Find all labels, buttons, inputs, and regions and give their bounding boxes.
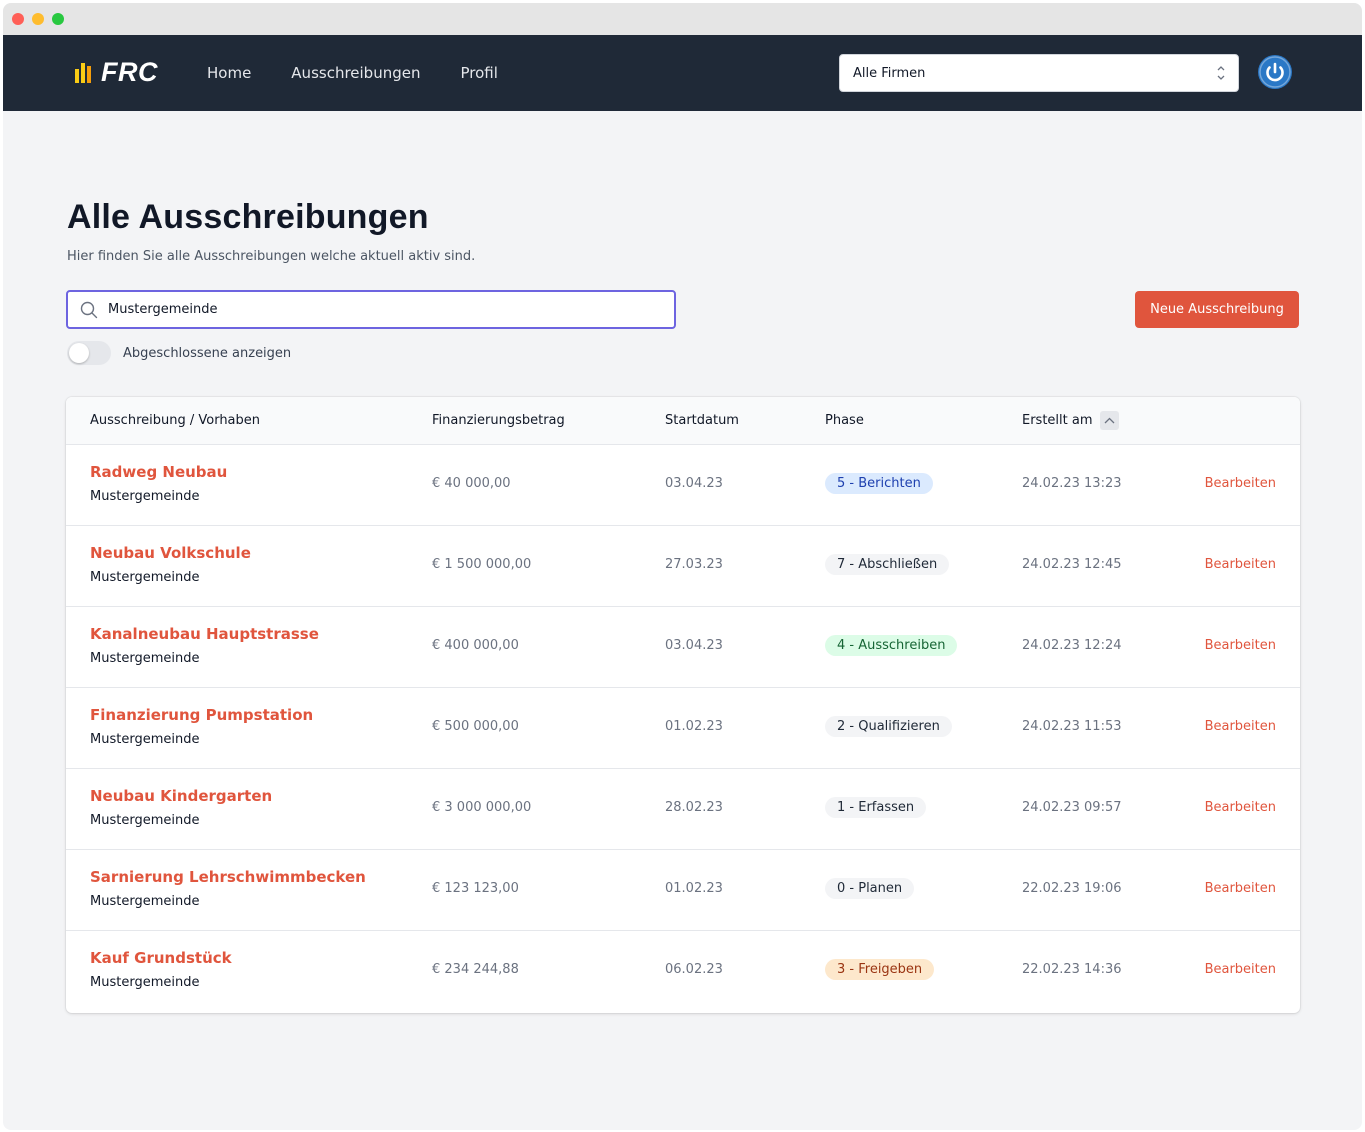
- tender-name-link[interactable]: Sarnierung Lehrschwimmbecken: [90, 868, 366, 886]
- table-body: Radweg Neubau Mustergemeinde € 40 000,00 03…: [66, 445, 1300, 1012]
- table-row[interactable]: Kauf Grundstück Mustergemeinde € 234 244,8…: [66, 931, 1300, 1012]
- tender-organization: Mustergemeinde: [90, 489, 200, 504]
- logo-text: FRC: [101, 57, 158, 87]
- edit-link[interactable]: Bearbeiten: [1205, 638, 1276, 653]
- created-date: 22.02.23 14:36: [1022, 962, 1122, 977]
- table-row[interactable]: Kanalneubau Hauptstrasse Mustergemeinde € …: [66, 607, 1300, 688]
- window-titlebar: [3, 3, 1362, 35]
- tender-name-link[interactable]: Kanalneubau Hauptstrasse: [90, 625, 319, 643]
- created-date: 24.02.23 12:45: [1022, 557, 1122, 572]
- edit-link[interactable]: Bearbeiten: [1205, 881, 1276, 896]
- search-icon: [80, 301, 98, 319]
- tender-name-link[interactable]: Kauf Grundstück: [90, 949, 232, 967]
- tender-organization: Mustergemeinde: [90, 651, 200, 666]
- created-date: 24.02.23 09:57: [1022, 800, 1122, 815]
- funding-amount: € 1 500 000,00: [432, 557, 532, 572]
- edit-link[interactable]: Bearbeiten: [1205, 476, 1276, 491]
- start-date: 01.02.23: [665, 719, 723, 734]
- funding-amount: € 40 000,00: [432, 476, 511, 491]
- close-window-icon[interactable]: [12, 13, 24, 25]
- header-ausschreibung[interactable]: Ausschreibung / Vorhaben: [90, 413, 260, 428]
- header-startdatum[interactable]: Startdatum: [665, 413, 739, 428]
- select-chevron-icon: [1217, 66, 1225, 80]
- phase-badge: 3 - Freigeben: [825, 959, 935, 980]
- top-navbar: FRC Home Ausschreibungen Profil Alle Fir…: [3, 35, 1362, 111]
- edit-link[interactable]: Bearbeiten: [1205, 719, 1276, 734]
- search-box[interactable]: [66, 290, 676, 329]
- funding-amount: € 123 123,00: [432, 881, 519, 896]
- created-date: 24.02.23 11:53: [1022, 719, 1122, 734]
- new-tender-button[interactable]: Neue Ausschreibung: [1135, 291, 1299, 328]
- power-icon: [1259, 56, 1291, 88]
- phase-badge: 1 - Erfassen: [825, 797, 927, 818]
- edit-link[interactable]: Bearbeiten: [1205, 962, 1276, 977]
- header-erstellt-am[interactable]: Erstellt am: [1022, 413, 1093, 428]
- phase-badge: 2 - Qualifizieren: [825, 716, 952, 737]
- tender-organization: Mustergemeinde: [90, 813, 200, 828]
- tender-organization: Mustergemeinde: [90, 894, 200, 909]
- show-closed-toggle[interactable]: [67, 341, 111, 365]
- nav-link-profil[interactable]: Profil: [460, 64, 497, 82]
- phase-badge: 5 - Berichten: [825, 473, 933, 494]
- tender-organization: Mustergemeinde: [90, 570, 200, 585]
- minimize-window-icon[interactable]: [32, 13, 44, 25]
- header-phase[interactable]: Phase: [825, 413, 864, 428]
- tender-name-link[interactable]: Finanzierung Pumpstation: [90, 706, 313, 724]
- company-select-value: Alle Firmen: [853, 65, 926, 81]
- tenders-table: Ausschreibung / Vorhaben Finanzierungsbe…: [66, 397, 1300, 1013]
- phase-badge: 0 - Planen: [825, 878, 915, 899]
- header-finanzierungsbetrag[interactable]: Finanzierungsbetrag: [432, 413, 565, 428]
- tender-name-link[interactable]: Neubau Kindergarten: [90, 787, 272, 805]
- table-row[interactable]: Neubau Kindergarten Mustergemeinde € 3 000…: [66, 769, 1300, 850]
- tender-organization: Mustergemeinde: [90, 975, 200, 990]
- logo-bars-icon: [75, 61, 95, 85]
- start-date: 03.04.23: [665, 476, 723, 491]
- start-date: 03.04.23: [665, 638, 723, 653]
- start-date: 06.02.23: [665, 962, 723, 977]
- page-title: Alle Ausschreibungen: [67, 198, 429, 236]
- edit-link[interactable]: Bearbeiten: [1205, 557, 1276, 572]
- phase-badge: 4 - Ausschreiben: [825, 635, 958, 656]
- search-input[interactable]: [108, 302, 648, 317]
- created-date: 24.02.23 13:23: [1022, 476, 1122, 491]
- created-date: 24.02.23 12:24: [1022, 638, 1122, 653]
- start-date: 01.02.23: [665, 881, 723, 896]
- funding-amount: € 3 000 000,00: [432, 800, 532, 815]
- logout-button[interactable]: [1258, 55, 1292, 89]
- toggle-knob: [69, 343, 89, 363]
- funding-amount: € 234 244,88: [432, 962, 519, 977]
- main-nav: Home Ausschreibungen Profil: [207, 35, 498, 111]
- funding-amount: € 400 000,00: [432, 638, 519, 653]
- table-row[interactable]: Radweg Neubau Mustergemeinde € 40 000,00 03…: [66, 445, 1300, 526]
- table-row[interactable]: Neubau Volkschule Mustergemeinde € 1 500 0…: [66, 526, 1300, 607]
- start-date: 28.02.23: [665, 800, 723, 815]
- show-closed-label: Abgeschlossene anzeigen: [123, 346, 292, 361]
- table-header: Ausschreibung / Vorhaben Finanzierungsbe…: [66, 397, 1300, 445]
- maximize-window-icon[interactable]: [52, 13, 64, 25]
- tender-name-link[interactable]: Radweg Neubau: [90, 463, 227, 481]
- table-row[interactable]: Sarnierung Lehrschwimmbecken Mustergemein…: [66, 850, 1300, 931]
- nav-link-home[interactable]: Home: [207, 64, 251, 82]
- browser-window: FRC Home Ausschreibungen Profil Alle Fir…: [3, 3, 1362, 1130]
- created-date: 22.02.23 19:06: [1022, 881, 1122, 896]
- table-row[interactable]: Finanzierung Pumpstation Mustergemeinde € …: [66, 688, 1300, 769]
- sort-ascending-icon[interactable]: [1100, 411, 1119, 430]
- edit-link[interactable]: Bearbeiten: [1205, 800, 1276, 815]
- phase-badge: 7 - Abschließen: [825, 554, 950, 575]
- company-select[interactable]: Alle Firmen: [839, 54, 1239, 92]
- funding-amount: € 500 000,00: [432, 719, 519, 734]
- page-subtitle: Hier finden Sie alle Ausschreibungen wel…: [67, 249, 476, 264]
- tender-name-link[interactable]: Neubau Volkschule: [90, 544, 251, 562]
- tender-organization: Mustergemeinde: [90, 732, 200, 747]
- start-date: 27.03.23: [665, 557, 723, 572]
- app-logo[interactable]: FRC: [75, 57, 158, 88]
- nav-link-ausschreibungen[interactable]: Ausschreibungen: [291, 64, 420, 82]
